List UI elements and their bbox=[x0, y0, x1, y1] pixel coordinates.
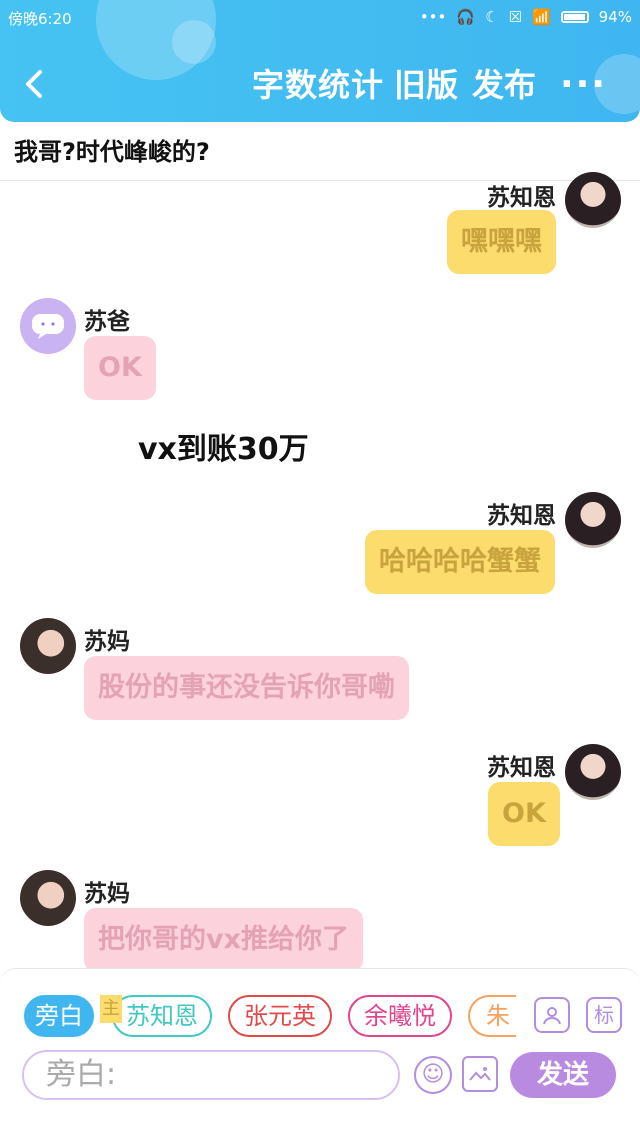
more-icon[interactable]: ··· bbox=[560, 64, 607, 105]
message-bubble[interactable]: OK bbox=[84, 336, 156, 400]
word-count-button[interactable]: 字数统计 bbox=[252, 60, 384, 106]
message-input[interactable]: 旁白: bbox=[22, 1050, 400, 1100]
message-bubble[interactable]: 股份的事还没告诉你哥嘞 bbox=[84, 656, 409, 720]
avatar-su-zhien[interactable] bbox=[565, 172, 621, 228]
close-box-icon: ☒ bbox=[508, 8, 522, 26]
old-version-button[interactable]: 旧版 bbox=[394, 60, 458, 106]
tag-button[interactable]: 标 bbox=[586, 997, 622, 1033]
back-arrow-icon[interactable] bbox=[20, 64, 50, 104]
speaker-name: 苏知恩 bbox=[487, 755, 556, 781]
speaker-name: 苏妈 bbox=[84, 881, 130, 907]
wifi-icon: 📶 bbox=[531, 8, 551, 26]
publish-button[interactable]: 发布 bbox=[472, 60, 536, 106]
avatar-su-zhien[interactable] bbox=[565, 492, 621, 548]
avatar-su-mom[interactable] bbox=[20, 618, 76, 674]
send-button[interactable]: 发送 bbox=[510, 1052, 616, 1098]
moon-icon: ☾ bbox=[485, 8, 499, 26]
speaker-name: 苏知恩 bbox=[487, 185, 556, 211]
chat-bubble-icon bbox=[32, 314, 64, 339]
dots-icon: ••• bbox=[419, 8, 447, 26]
battery-icon bbox=[560, 11, 589, 23]
status-time: 傍晚6:20 bbox=[8, 10, 72, 28]
page-title: 我哥?时代峰峻的? bbox=[14, 138, 210, 166]
emoji-icon[interactable]: ☺ bbox=[414, 1056, 452, 1094]
avatar-su-mom[interactable] bbox=[20, 870, 76, 926]
speaker-name: 苏知恩 bbox=[487, 503, 556, 529]
avatar-su-zhien[interactable] bbox=[565, 744, 621, 800]
narration-text[interactable]: vx到账30万 bbox=[138, 424, 309, 468]
speaker-name: 苏妈 bbox=[84, 629, 130, 655]
message-bubble[interactable]: 把你哥的vx推给你了 bbox=[84, 908, 364, 972]
speaker-name: 苏爸 bbox=[84, 309, 130, 335]
role-chip-narration[interactable]: 旁白 bbox=[24, 995, 94, 1037]
role-manager-icon[interactable] bbox=[534, 997, 570, 1033]
battery-percent: 94% bbox=[598, 8, 632, 26]
status-icons: ••• 🎧 ☾ ☒ 📶 94% bbox=[420, 8, 632, 26]
role-chip-yu-xiyue[interactable]: 余曦悦 bbox=[348, 995, 452, 1037]
status-bar: 傍晚6:20 ••• 🎧 ☾ ☒ 📶 94% bbox=[8, 8, 632, 30]
message-bubble[interactable]: OK bbox=[488, 782, 560, 846]
role-chip-zhu[interactable]: 朱玥 bbox=[468, 995, 516, 1037]
avatar-su-dad[interactable] bbox=[20, 298, 76, 354]
main-role-badge: 主 bbox=[100, 995, 122, 1023]
top-bar: 傍晚6:20 ••• 🎧 ☾ ☒ 📶 94% 字数统计 旧版 发布 ··· bbox=[0, 0, 640, 122]
role-chip-su-zhien[interactable]: 苏知恩 bbox=[112, 995, 212, 1037]
image-icon[interactable] bbox=[462, 1056, 498, 1092]
message-bubble[interactable]: 哈哈哈哈蟹蟹 bbox=[365, 530, 555, 594]
headphones-icon: 🎧 bbox=[456, 8, 476, 26]
role-chip-zhang-yuanying[interactable]: 张元英 bbox=[228, 995, 332, 1037]
message-bubble[interactable]: 嘿嘿嘿 bbox=[447, 210, 556, 274]
